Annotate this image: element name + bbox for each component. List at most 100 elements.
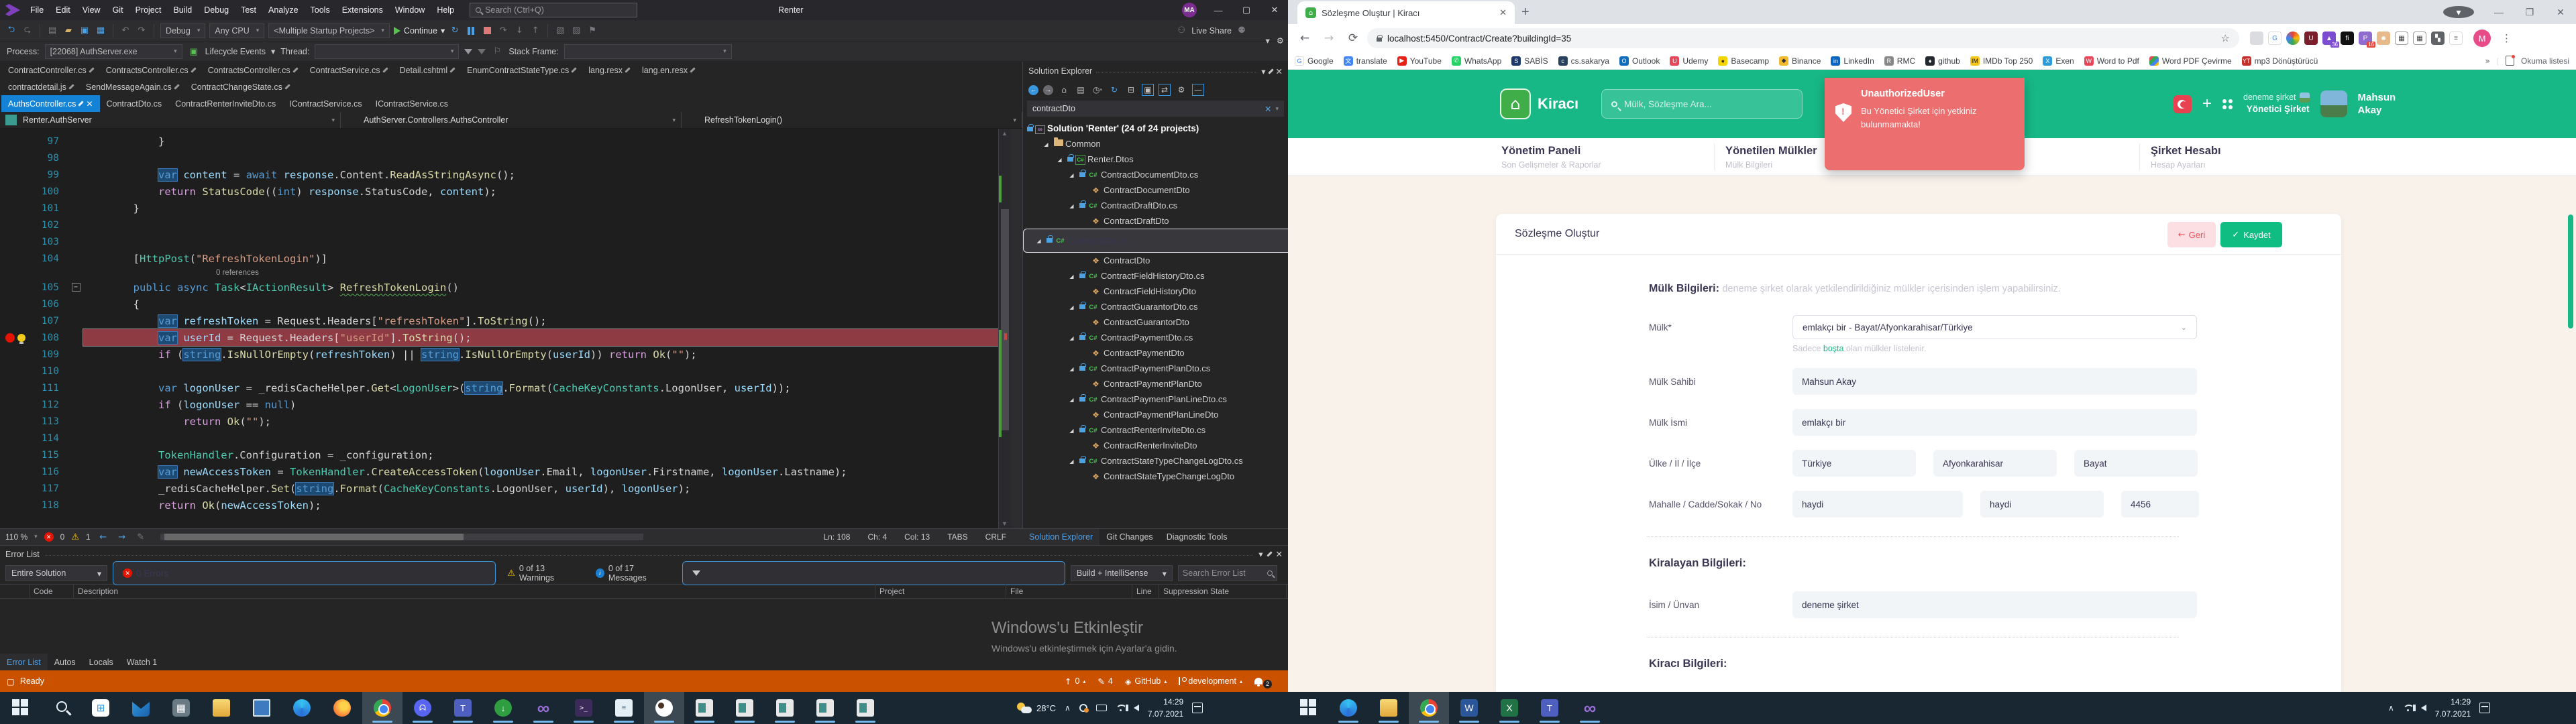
preview-icon[interactable]: — [1192,84,1204,96]
taskbar-app[interactable]: >_ [564,692,604,724]
ex-pocket[interactable]: P16 [2359,32,2372,45]
tree-item[interactable]: ContractGuarantorDto [1023,314,1288,330]
menu-item[interactable]: View [76,0,107,20]
taskbar-app[interactable]: ⊞ [80,692,121,724]
save-all-icon[interactable]: ▦ [95,25,107,37]
bookmark-item[interactable]: X Exen [2043,56,2074,66]
menu-item[interactable]: Git [107,0,129,20]
document-tab[interactable]: IContractService.cs [369,95,455,112]
switch-views-icon[interactable]: ▤ [1075,84,1087,96]
bookmarks-overflow-icon[interactable]: » [2485,56,2490,66]
search-options-icon[interactable]: ▾ [1275,105,1279,113]
taskbar-app[interactable]: ᗣ [402,692,443,724]
restore-icon[interactable]: ❐ [2514,7,2545,18]
ex-person[interactable] [2250,32,2263,45]
wifi-icon[interactable] [1116,705,1125,711]
menu-item[interactable]: Edit [50,0,76,20]
solution-search-input[interactable]: contractDto ✕ ▾ [1027,101,1284,117]
unauthorized-toast[interactable]: UnauthorizedUser Bu Yönetici Şirket için… [1825,78,2025,170]
editor-zoom-dropdown[interactable]: 110 % [5,532,28,542]
bookmark-item[interactable]: O Outlook [1619,56,1660,66]
filter-icon[interactable] [464,49,472,54]
back-button[interactable]: ←Geri [2167,222,2216,247]
editor-gutter[interactable] [0,296,31,312]
taskbar-app[interactable]: X [1489,692,1529,724]
error-source-dropdown[interactable]: Build + IntelliSense▾ [1071,565,1173,581]
document-tab[interactable]: Detail.cshtml [393,62,461,78]
document-tab[interactable]: ContractsController.cs [99,62,201,78]
pin-icon[interactable] [191,67,196,72]
pin-icon[interactable] [572,67,577,72]
taskbar-app[interactable]: ≡ [604,692,644,724]
forward-icon[interactable]: → [1319,28,1339,48]
bookmark-item[interactable]: IM IMDb Top 250 [1970,56,2033,66]
column-header[interactable]: Code [30,585,74,598]
document-tab[interactable]: ContractsController.cs [201,62,303,78]
ex-purple[interactable]: ▲36 [2322,32,2336,45]
ex-face[interactable]: ☻ [2377,32,2390,45]
close-icon[interactable]: ✕ [2545,7,2576,18]
volume-icon[interactable] [1134,705,1139,711]
document-tab[interactable]: AuthsController.cs ✕ [1,95,100,112]
bookmark-item[interactable]: in LinkedIn [1831,56,1874,66]
form-input[interactable] [1792,450,1916,477]
collapse-icon[interactable]: − [72,283,80,292]
user-avatar[interactable] [2320,90,2347,117]
hidden-icons-chevron[interactable]: ∧ [1065,703,1071,713]
save-button[interactable]: ✓Kaydet [2220,222,2282,247]
menu-item[interactable]: Test [235,0,262,20]
tree-item[interactable]: ContractDto [1023,253,1288,268]
editor-gutter[interactable] [0,312,31,329]
taskbar-app[interactable]: W [1449,692,1489,724]
reading-list-label[interactable]: Okuma listesi [2521,56,2569,66]
panel-dropdown-icon[interactable]: ▾ [1258,549,1263,559]
form-input[interactable] [1792,409,2197,436]
menu-item[interactable]: Tools [305,0,336,20]
navigate-forward-icon[interactable]: ⮎ [21,25,34,37]
close-icon[interactable]: ✕ [1261,0,1288,20]
column-header[interactable]: Description [74,585,875,598]
nav-item[interactable]: Şirket Hesabı Hesap Ayarları [2139,143,2352,170]
taskbar-app[interactable] [362,692,402,724]
browser-tab[interactable]: ⌂ Sözleşme Oluştur | Kiracı ✕ [1297,1,1515,24]
tree-item[interactable]: ContractFieldHistoryDto.cs [1023,268,1288,284]
editor-gutter[interactable] [0,363,31,379]
new-project-icon[interactable]: ▤ [46,25,58,37]
taskbar-app[interactable] [1288,692,1328,724]
tree-item[interactable]: ContractPaymentPlanLineDto [1023,407,1288,422]
column-header[interactable]: Project [875,585,1006,598]
tree-item[interactable]: ContractRenterInviteDto.cs [1023,422,1288,438]
breadcrumb-segment[interactable]: Renter.AuthServer▾ [0,112,341,128]
taskbar-clock[interactable]: 14:297.07.2021 [2435,696,2471,720]
solution-config-dropdown[interactable]: Debug▾ [160,23,205,38]
navigate-back-icon[interactable]: ⮌ [5,25,17,37]
taskbar-app[interactable]: ∞ [1570,692,1610,724]
breadcrumb-segment[interactable]: RefreshTokenLogin()▾ [682,112,1022,128]
bookmark-item[interactable]: G Google [1295,56,1334,66]
editor-gutter[interactable] [0,183,31,200]
tree-item[interactable]: ContractDraftDto.cs [1023,198,1288,213]
se-forward-icon[interactable]: → [1043,85,1053,95]
taskbar-app[interactable] [1368,692,1409,724]
ex-translate[interactable]: G [2268,32,2282,45]
ex-fi[interactable]: fi [2341,32,2354,45]
show-all-files-icon[interactable]: ▣ [1142,84,1154,96]
bookmark-item[interactable]: U Udemy [1670,56,1708,66]
dock-tab[interactable]: Solution Explorer [1022,529,1099,545]
tab-list-icon[interactable]: ▾ [1266,36,1270,46]
taskbar-app[interactable]: ↓ [483,692,523,724]
tree-item[interactable]: ContractDocumentDto.cs [1023,167,1288,182]
taskbar-app[interactable]: T [1529,692,1570,724]
document-tab[interactable]: contractdetail.js [1,78,79,95]
form-input[interactable] [2121,491,2199,518]
tree-item[interactable]: ContractRenterInviteDto [1023,438,1288,453]
codelens-references[interactable]: 0 references [83,269,259,277]
volume-icon[interactable] [2421,705,2426,711]
address-bar[interactable]: localhost:5450/Contract/Create?buildingI… [1367,28,2239,48]
nav-item[interactable]: Yönetim Paneli Son Gelişmeler & Raporlar [1501,143,1714,170]
wifi-icon[interactable] [2403,705,2412,711]
warnings-filter-button[interactable]: ⚠0 of 13 Warnings [501,565,584,581]
minimize-icon[interactable]: — [2483,7,2514,17]
editor-gutter[interactable] [0,396,31,413]
tree-item[interactable]: ContractPaymentPlanDto.cs [1023,361,1288,376]
